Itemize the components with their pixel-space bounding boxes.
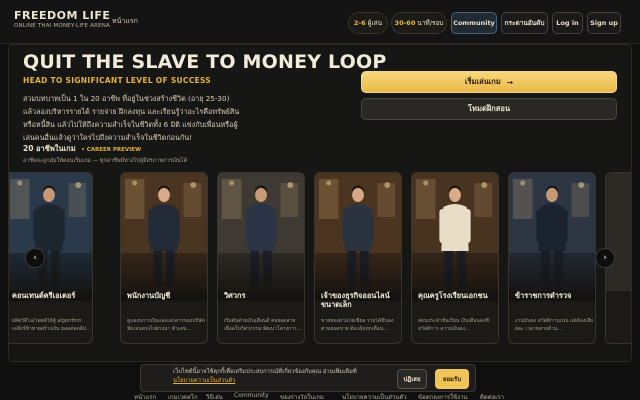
career-card[interactable]: พนักงานบัญชีดูแลงบการเงินและเอกสารของบริ… xyxy=(120,172,208,344)
career-card-title: เจ้าของธุรกิจออนไลน์ขนาดเล็ก xyxy=(321,291,390,309)
hero-title: QUIT THE SLAVE TO MONEY LOOP xyxy=(23,51,387,73)
cookie-text: เว็บไซต์นี้อาจใช้คุกกี้เพื่อเสริมประสบกา… xyxy=(173,368,369,386)
footer-links: หน้าแรก เกมเวคสโก วิธีเล่น Community ของรางว… xyxy=(0,392,640,400)
footer-link[interactable]: Community xyxy=(234,392,269,399)
career-card-title: คอนเทนต์ครีเอเตอร์ xyxy=(12,291,76,300)
start-game-button[interactable]: เริ่มเล่นเกม → xyxy=(361,71,617,93)
hero-description: สวมบทบาทเป็น 1 ใน 20 อาชีพ ที่อยู่ในช่วง… xyxy=(23,94,240,142)
footer-link[interactable]: ติดต่อเรา xyxy=(480,392,504,400)
footer-link[interactable]: ของรางวัลในเกม xyxy=(280,392,324,400)
brand-logo[interactable]: FREEDOM LIFE ONLINE THAI MONEY-LIFE AREN… xyxy=(14,10,110,30)
career-card[interactable]: ข้าราชการตำรวจงานมั่นคง สวัสดิการแน่น แต… xyxy=(508,172,596,344)
hero-subtitle: HEAD TO SIGNIFICANT LEVEL OF SUCCESS xyxy=(23,76,212,85)
cookie-decline-button[interactable]: ปฏิเสธ xyxy=(397,369,427,389)
start-game-label: เริ่มเล่นเกม xyxy=(464,77,501,86)
career-card-description: เริ่มต้นด้วยเงินเดือนดี ต่อยอดสายเลือดใน… xyxy=(224,318,302,332)
footer-link[interactable]: ข้อตกลงการใช้งาน xyxy=(418,392,467,400)
brand-subtitle: ONLINE THAI MONEY-LIFE ARENA xyxy=(14,23,111,29)
career-heading-text: 20 อาชีพในเกม xyxy=(23,144,76,153)
career-card-description: สอนประจำชั้นเรียน เงินเดือนคงที่ สวัสดิก… xyxy=(418,318,489,332)
arrow-right-icon: → xyxy=(506,77,514,87)
footer-link[interactable]: หน้าแรก xyxy=(134,392,156,400)
career-card-description: ผลิตวิดีโอ/โพสต์ให้สู้ algorithm เคลียร์… xyxy=(12,318,92,332)
privacy-policy-link[interactable]: นโยบายความเป็นส่วนตัว xyxy=(173,378,235,384)
career-card-description: ดูแลงบการเงินและเอกสารของบริษัท ชัดเจนตร… xyxy=(127,318,205,332)
career-card[interactable]: คุณครูโรงเรียนเอกชนสอนประจำชั้นเรียน เงิ… xyxy=(411,172,499,344)
footer-link[interactable]: นโยบายความเป็นส่วนตัว xyxy=(342,392,407,400)
footer-link[interactable]: เกมเวคสโก xyxy=(168,392,198,400)
career-card-title: คุณครูโรงเรียนเอกชน xyxy=(418,291,488,300)
career-card[interactable]: เจ้าของธุรกิจออนไลน์ขนาดเล็กขายของผ่านโซ… xyxy=(314,172,402,344)
career-card-title: วิศวกร xyxy=(224,291,246,300)
community-button[interactable]: Community xyxy=(451,12,497,34)
leaderboard-button[interactable]: กระดานอันดับ xyxy=(501,12,548,34)
career-scene-image xyxy=(606,173,631,291)
duration-badge: 30-60 นาที/รอบ xyxy=(391,12,447,34)
login-button[interactable]: Log in xyxy=(552,12,583,34)
tutorial-mode-button[interactable]: โหมดฝึกสอน xyxy=(361,98,617,120)
duration-label: นาที/รอบ xyxy=(417,19,444,27)
signup-button[interactable]: Sign up xyxy=(587,12,621,34)
players-badge: 2-6 ผู้เล่น xyxy=(348,12,388,34)
hero-panel: QUIT THE SLAVE TO MONEY LOOP HEAD TO SIG… xyxy=(8,44,632,362)
career-card-title: ข้าราชการตำรวจ xyxy=(515,291,572,300)
carousel-next-arrow-icon[interactable]: › xyxy=(595,248,615,268)
career-note: อาชีพจะถูกสุ่มให้ตอนเริ่มเกม — ทุกอาชีพม… xyxy=(23,158,188,164)
players-count: 2-6 xyxy=(353,19,366,27)
career-card-description: งานมั่นคง สวัสดิการแน่น แต่ต้องเสียสละ เ… xyxy=(515,318,593,332)
career-carousel: คอนเทนต์ครีเอเตอร์ผลิตวิดีโอ/โพสต์ให้สู้… xyxy=(9,172,631,346)
career-card-description: ขายของผ่านโซเชียล รายได้ขึ้นลงตามยอดขาย … xyxy=(321,318,394,332)
footer-link[interactable]: วิธีเล่น xyxy=(206,392,223,400)
cookie-accept-button[interactable]: ยอมรับ xyxy=(435,369,469,389)
nav-home-link[interactable]: หน้าแรก xyxy=(112,16,138,27)
brand-title: FREEDOM LIFE xyxy=(14,9,111,22)
career-card-title: พนักงานบัญชี xyxy=(127,291,171,300)
cookie-banner: เว็บไซต์นี้อาจใช้คุกกี้เพื่อเสริมประสบกา… xyxy=(140,364,476,392)
top-header: FREEDOM LIFE ONLINE THAI MONEY-LIFE AREN… xyxy=(0,0,640,44)
career-card[interactable]: คอนเทนต์ครีเอเตอร์ผลิตวิดีโอ/โพสต์ให้สู้… xyxy=(9,172,93,344)
career-preview-tag: • CAREER PREVIEW xyxy=(81,147,142,153)
career-heading: 20 อาชีพในเกม • CAREER PREVIEW xyxy=(23,143,141,155)
career-card[interactable]: วิศวกรเริ่มต้นด้วยเงินเดือนดี ต่อยอดสายเ… xyxy=(217,172,305,344)
cookie-message: เว็บไซต์นี้อาจใช้คุกกี้เพื่อเสริมประสบกา… xyxy=(173,369,357,375)
carousel-prev-arrow-icon[interactable]: ‹ xyxy=(25,248,45,268)
players-label: ผู้เล่น xyxy=(367,19,383,27)
duration-count: 30-60 xyxy=(394,19,416,27)
